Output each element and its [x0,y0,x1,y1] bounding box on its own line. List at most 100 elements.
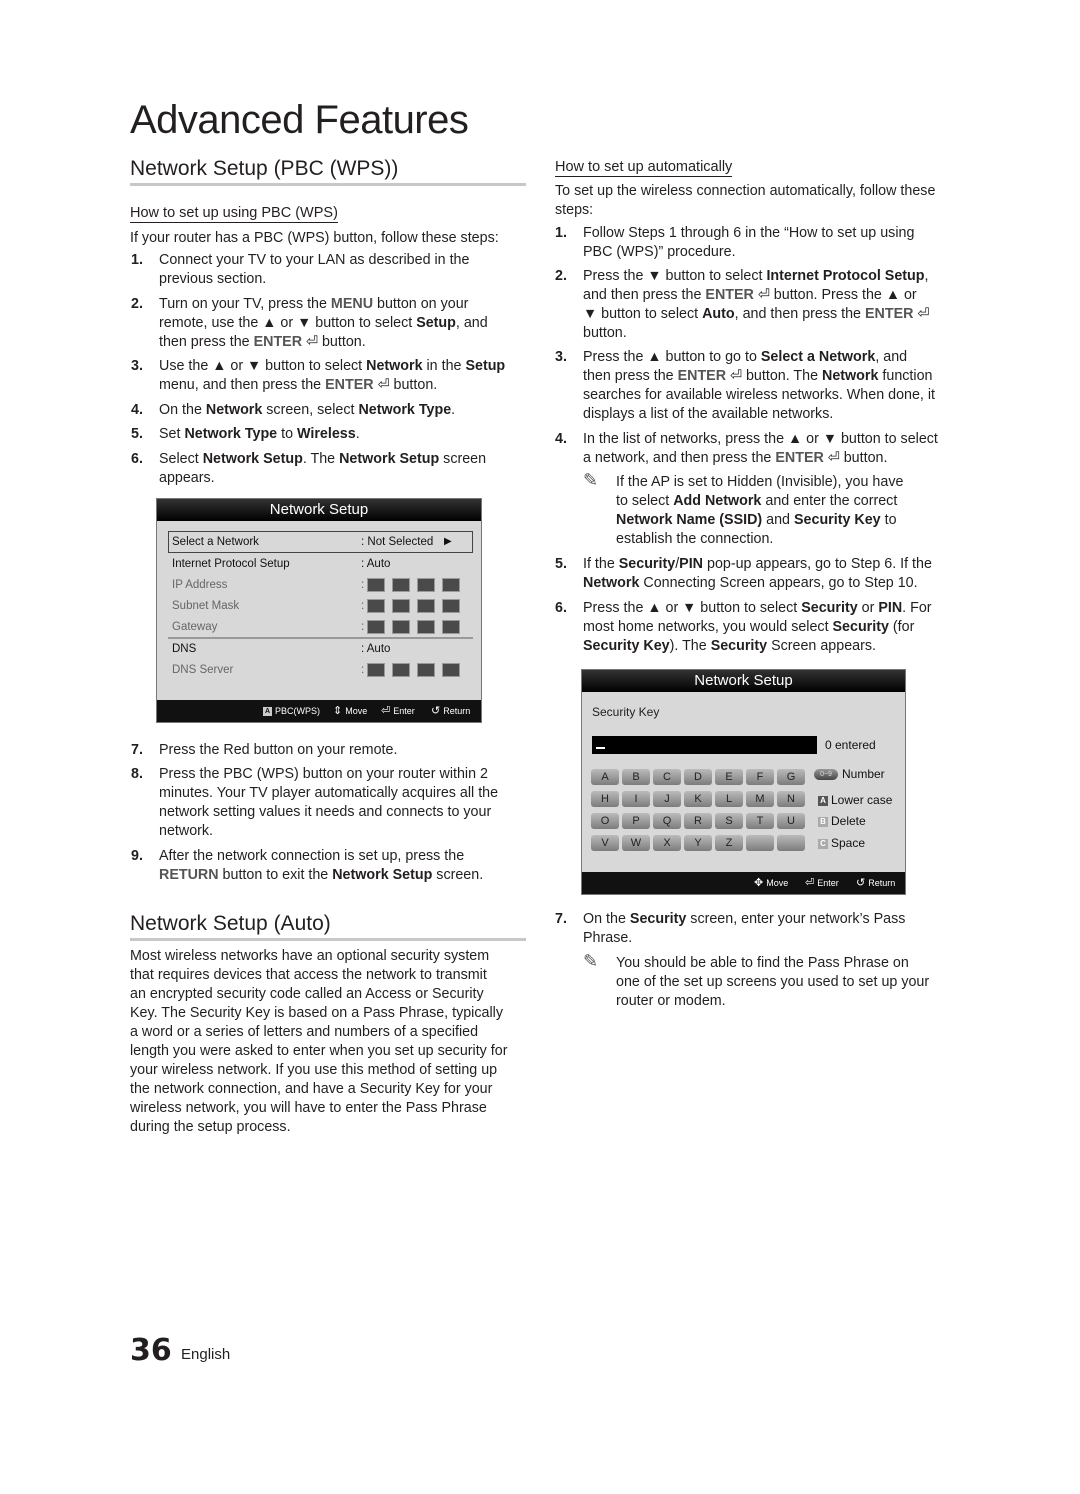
security-key-label: Security Key [592,705,660,719]
step-number: 6. [131,451,143,467]
key-k[interactable]: K [684,791,712,807]
key-z[interactable]: Z [715,835,743,851]
key-s[interactable]: S [715,813,743,829]
page-title: Advanced Features [130,98,469,142]
key-blank[interactable] [777,835,805,851]
footer-hint: ✥ Move [754,872,788,894]
button-b-icon: B [818,816,828,827]
setting-label: DNS Server [172,664,234,676]
ip-octet-box [417,599,435,613]
ip-octet-box [392,620,410,634]
divider [168,637,473,639]
setting-value: : [361,664,365,676]
setting-label[interactable]: Select a Network [172,532,259,552]
ip-octet-box [417,663,435,677]
entered-count: 0 entered [825,738,876,752]
legend-label: Delete [831,814,866,828]
setting-label[interactable]: Internet Protocol Setup [172,554,290,574]
key-m[interactable]: M [746,791,774,807]
step-number: 4. [555,431,567,447]
network-setup-screen-security: Network Setup Security Key 0 entered ABC… [581,669,906,895]
pencil-note-icon: ✎ [583,470,599,490]
step-text: Set Network Type to Wireless. [159,426,360,442]
key-g[interactable]: G [777,769,805,785]
step-number: 6. [555,600,567,616]
footer-hint: ⏎ Enter [805,872,839,894]
button-c-icon: C [818,838,828,849]
ip-octet-box [392,599,410,613]
ip-octet-box [392,663,410,677]
key-l[interactable]: L [715,791,743,807]
step-text: Select Network Setup. The Network Setup … [159,451,487,486]
ip-octet-box [442,620,460,634]
subtitle-auto: How to set up automatically [555,159,733,177]
key-blank[interactable] [746,835,774,851]
intro-pbc: If your router has a PBC (WPS) button, f… [130,230,499,246]
key-t[interactable]: T [746,813,774,829]
key-a[interactable]: A [591,769,619,785]
key-d[interactable]: D [684,769,712,785]
key-c[interactable]: C [653,769,681,785]
step-number: 4. [131,402,143,418]
ip-octet-box [367,578,385,592]
legend-label: Number [842,767,885,781]
enter-icon: ⏎ [805,877,818,889]
key-b[interactable]: B [622,769,650,785]
key-e[interactable]: E [715,769,743,785]
legend-label: Lower case [831,793,893,807]
key-o[interactable]: O [591,813,619,829]
setting-value: : [361,600,365,612]
section-rule [130,938,526,941]
screen-footer: ✥ Move ⏎ Enter ↺ Return [582,872,905,894]
footer-hint: ↺ Return [431,700,470,722]
setting-label[interactable]: DNS [172,639,196,659]
ip-octet-box [367,620,385,634]
key-w[interactable]: W [622,835,650,851]
section-title-pbc: Network Setup (PBC (WPS)) [130,157,399,180]
return-icon: ↺ [431,705,444,717]
step-text: On the Network screen, select Network Ty… [159,402,456,418]
key-q[interactable]: Q [653,813,681,829]
footer-hint: ⇕ Move [333,700,367,722]
screen-title: Network Setup [157,499,481,521]
footer-hint-label: Enter [393,706,415,716]
key-v[interactable]: V [591,835,619,851]
ip-octet-box [417,578,435,592]
arrow-right-icon[interactable]: ▶ [444,532,452,552]
ip-octet-box [367,599,385,613]
screen-title: Network Setup [582,670,905,692]
section-title-auto: Network Setup (Auto) [130,912,331,935]
step-number: 5. [555,556,567,572]
number-button-icon: 0~9 [814,769,838,781]
legend-item: A Lower case [818,792,892,808]
footer-hint-label: Move [345,706,368,716]
key-y[interactable]: Y [684,835,712,851]
key-p[interactable]: P [622,813,650,829]
step-number: 3. [555,349,567,365]
setting-value: : Not Selected [361,536,434,548]
security-key-input[interactable] [592,736,817,754]
legend-item: C Space [818,835,865,851]
step-number: 5. [131,426,143,442]
key-j[interactable]: J [653,791,681,807]
key-h[interactable]: H [591,791,619,807]
key-i[interactable]: I [622,791,650,807]
step-text: Turn on your TV, press the MENU button o… [159,296,488,350]
subtitle-pbc: How to set up using PBC (WPS) [130,205,338,223]
note-text: If the AP is set to Hidden (Invisible), … [616,474,904,547]
text-cursor [596,747,605,749]
step-text: After the network connection is set up, … [159,848,484,883]
step-number: 2. [555,268,567,284]
step-number: 9. [131,848,143,864]
key-f[interactable]: F [746,769,774,785]
button-a-icon: A [818,795,828,806]
step-number: 3. [131,358,143,374]
setting-value: : [361,621,365,633]
ip-octet-box [392,578,410,592]
setting-label: IP Address [172,579,228,591]
key-r[interactable]: R [684,813,712,829]
key-x[interactable]: X [653,835,681,851]
key-u[interactable]: U [777,813,805,829]
footer-hint-label: PBC(WPS) [275,706,320,716]
key-n[interactable]: N [777,791,805,807]
